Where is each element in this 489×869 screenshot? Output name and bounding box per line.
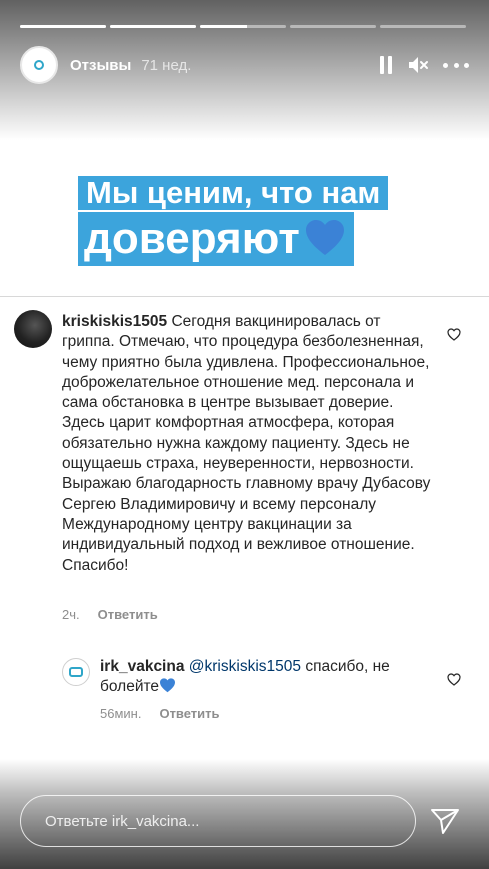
send-icon[interactable] — [430, 807, 460, 835]
header-actions — [379, 55, 469, 75]
story-banner: Мы ценим, что нам доверяют — [78, 176, 406, 266]
reply-username[interactable]: irk_vakcina — [100, 658, 184, 675]
avatar-logo — [25, 56, 53, 74]
heart-outline-icon[interactable] — [447, 673, 461, 686]
comment-reply-button[interactable]: Ответить — [98, 607, 158, 622]
story-title[interactable]: Отзывы — [70, 57, 131, 74]
progress-segment — [380, 25, 466, 28]
progress-segment — [200, 25, 286, 28]
reply-meta: 56мин. Ответить — [100, 706, 220, 721]
progress-segment-fill — [20, 25, 106, 28]
reply-time: 56мин. — [100, 706, 142, 721]
mute-icon[interactable] — [407, 55, 429, 75]
blue-heart-icon — [305, 220, 344, 255]
comment-text: Сегодня вакцинировалась от гриппа. Отмеч… — [62, 313, 431, 574]
comment-username[interactable]: kriskiskis1505 — [62, 313, 167, 330]
commenter-avatar[interactable] — [14, 310, 52, 348]
comment-meta: 2ч. Ответить — [62, 607, 158, 622]
progress-segment-fill — [200, 25, 248, 28]
comment-time: 2ч. — [62, 607, 80, 622]
progress-segment — [20, 25, 106, 28]
reply-avatar[interactable] — [62, 658, 90, 686]
pause-icon[interactable] — [379, 56, 393, 74]
reply-body: irk_vakcina @kriskiskis1505 спасибо, не … — [100, 657, 420, 698]
story-progress-bar — [20, 25, 466, 28]
banner-line-1: Мы ценим, что нам — [78, 176, 389, 210]
reply-reply-button[interactable]: Ответить — [159, 706, 219, 721]
reply-bar — [20, 795, 469, 847]
reply-avatar-logo — [69, 667, 83, 677]
story-frame: Мы ценим, что нам доверяют kriskiskis150… — [0, 0, 489, 869]
more-options-icon[interactable] — [443, 62, 469, 68]
banner-line-2-text: доверяют — [84, 214, 300, 263]
account-avatar[interactable] — [20, 46, 58, 84]
banner-line-2: доверяют — [78, 212, 354, 266]
divider — [0, 296, 489, 297]
progress-segment — [110, 25, 196, 28]
story-time: 71 нед. — [141, 56, 192, 74]
reply-mention[interactable]: @kriskiskis1505 — [189, 658, 301, 675]
comment-body: kriskiskis1505 Сегодня вакцинировалась о… — [62, 312, 432, 576]
progress-segment-fill — [110, 25, 196, 28]
logo-mark — [34, 60, 44, 70]
heart-outline-icon[interactable] — [447, 328, 461, 341]
blue-heart-icon — [160, 678, 176, 693]
reply-input[interactable] — [20, 795, 416, 847]
progress-segment — [290, 25, 376, 28]
story-header: Отзывы 71 нед. — [20, 45, 469, 85]
